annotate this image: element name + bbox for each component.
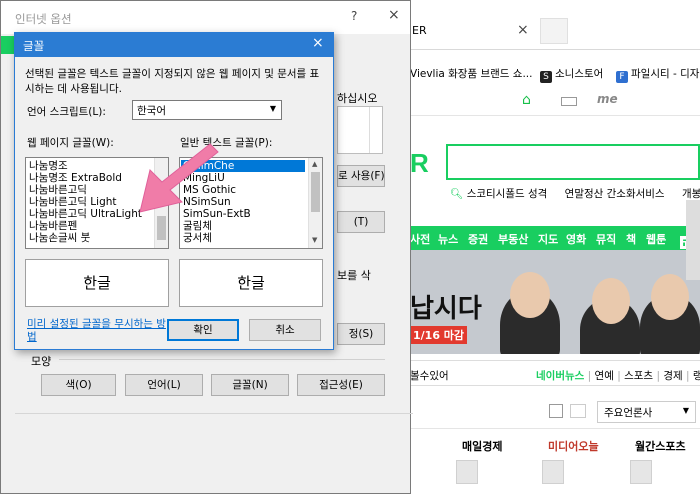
nav-item[interactable]: 웹툰 xyxy=(646,231,666,247)
app-icon xyxy=(1,36,15,54)
list-item[interactable]: 나눔바른펜 xyxy=(29,220,77,232)
webpage-font-preview: 한글 xyxy=(25,259,169,307)
search-input[interactable] xyxy=(446,144,700,180)
me-link[interactable]: me xyxy=(597,92,618,106)
delete-button[interactable]: (T) xyxy=(337,211,385,233)
homepage-hint: 하십시오 xyxy=(337,92,378,105)
news-tabs: 네이버뉴스 | 연예 | 스포츠 | 경제 | 랭킹 xyxy=(536,368,700,383)
search-icon: 🔍︎ xyxy=(450,188,464,200)
trend-item[interactable]: 개봉 xyxy=(682,188,700,200)
fonts-dialog-titlebar xyxy=(15,33,333,57)
ignore-fonts-help-link[interactable]: 미리 설정된 글꼴을 무시하는 방법 xyxy=(27,318,167,344)
tab-news-category[interactable]: 스포츠 xyxy=(624,370,653,382)
press-thumbnail[interactable] xyxy=(630,460,652,484)
naver-logo[interactable]: R xyxy=(410,148,429,179)
window-icon[interactable] xyxy=(561,97,577,106)
section-divider xyxy=(59,359,385,360)
settings-button[interactable]: 정(S) xyxy=(337,323,385,345)
appearance-section-label: 모양 xyxy=(31,355,52,368)
accessibility-button[interactable]: 접근성(E) xyxy=(297,374,385,396)
pink-arrow-icon xyxy=(139,143,219,213)
page-scrollbar[interactable] xyxy=(686,200,700,280)
nav-item[interactable]: 뮤직 xyxy=(596,231,616,247)
list-item[interactable]: 나눔손글씨 붓 xyxy=(29,232,90,244)
portal-nav-icons xyxy=(400,88,700,116)
new-tab-button[interactable] xyxy=(540,18,568,44)
home-icon[interactable]: ⌂ xyxy=(522,92,536,108)
press-name[interactable]: 미디어오늘 xyxy=(548,438,599,454)
sony-store-icon: S xyxy=(540,71,552,83)
chevron-down-icon: ▼ xyxy=(269,104,276,113)
list-item[interactable]: 나눔바른고딕 Light xyxy=(29,196,117,208)
tab-news-category[interactable]: 랭킹 xyxy=(693,370,700,382)
bookmark-item[interactable]: F 파일시티 - 디자 xyxy=(616,66,699,83)
dialog-title: 인터넷 옵션 xyxy=(15,12,72,26)
nav-item[interactable]: 영화 xyxy=(566,231,586,247)
trend-item[interactable]: 연말정산 간소화서비스 xyxy=(565,188,665,200)
tab-naver-news[interactable]: 네이버뉴스 xyxy=(536,370,584,382)
press-thumbnail[interactable] xyxy=(542,460,564,484)
bookmark-item[interactable]: Vievlia 화장품 브랜드 쇼... xyxy=(410,66,532,81)
trend-item[interactable]: 스코티시폴드 성격 xyxy=(467,188,548,200)
news-snippet[interactable]: 볼수있어 xyxy=(410,368,449,383)
list-item[interactable]: 나눔명조 xyxy=(29,160,68,172)
nav-item[interactable]: 지도 xyxy=(538,231,558,247)
list-scrollbar[interactable]: ▲ ▼ xyxy=(308,158,322,248)
filecity-icon: F xyxy=(616,71,628,83)
press-thumbnail[interactable] xyxy=(456,460,478,484)
fonts-description: 선택된 글꼴은 텍스트 글꼴이 지정되지 않은 웹 페이지 및 문서를 표시하는… xyxy=(25,68,320,95)
scrollbar-thumb[interactable] xyxy=(157,216,166,240)
list-view-icon[interactable] xyxy=(570,404,586,418)
banner-face xyxy=(592,278,630,324)
browser-tab-title[interactable]: ER xyxy=(412,24,427,37)
banner-face xyxy=(651,274,689,320)
history-hint: 보를 삭 xyxy=(337,269,371,282)
nav-item[interactable]: 사전 xyxy=(410,231,430,247)
ok-button[interactable]: 확인 xyxy=(167,319,239,341)
tab-news-category[interactable]: 연예 xyxy=(595,370,614,382)
chevron-down-icon: ▼ xyxy=(682,406,689,415)
fonts-button[interactable]: 글꼴(N) xyxy=(211,374,289,396)
trending-keywords: 🔍︎ 스코티시폴드 성격 연말정산 간소화서비스 개봉 xyxy=(450,186,700,201)
nav-item[interactable]: 뉴스 xyxy=(438,231,458,247)
help-icon[interactable]: ? xyxy=(351,9,357,23)
nav-item[interactable]: 책 xyxy=(626,231,636,247)
nav-item[interactable]: 증권 xyxy=(468,231,488,247)
tab-news-category[interactable]: 경제 xyxy=(663,370,682,382)
list-item[interactable]: 나눔바른고딕 xyxy=(29,184,87,196)
press-name[interactable]: 매일경제 xyxy=(462,438,502,454)
bookmark-item[interactable]: S 소니스토어 xyxy=(540,66,603,83)
press-select[interactable]: 주요언론사 ▼ xyxy=(597,401,696,423)
list-item[interactable]: 굴림체 xyxy=(183,220,212,232)
grid-view-icon[interactable] xyxy=(549,404,563,418)
list-item[interactable]: 나눔바른고딕 UltraLight xyxy=(29,208,142,220)
close-icon[interactable]: × xyxy=(312,35,324,51)
list-item[interactable]: 나눔명조 ExtraBold xyxy=(29,172,122,184)
language-script-select[interactable]: 한국어 ▼ xyxy=(132,100,282,120)
banner-headline: 납시다 xyxy=(410,294,482,324)
scroll-down-icon[interactable]: ▼ xyxy=(312,236,317,244)
cancel-button[interactable]: 취소 xyxy=(249,319,321,341)
list-item[interactable]: 궁서체 xyxy=(183,232,212,244)
languages-button[interactable]: 언어(L) xyxy=(125,374,203,396)
dialog-bottom-area xyxy=(15,413,413,494)
textarea-scrollbar[interactable] xyxy=(369,107,382,153)
use-default-button[interactable]: 로 사용(F) xyxy=(337,165,385,187)
fonts-dialog-title: 글꼴 xyxy=(23,39,45,53)
scrollbar-thumb[interactable] xyxy=(311,172,320,212)
colors-button[interactable]: 색(O) xyxy=(41,374,116,396)
press-name[interactable]: 월간스포츠 xyxy=(635,438,686,454)
scroll-up-icon[interactable]: ▲ xyxy=(312,160,317,168)
bookmarks-bar: Vievlia 화장품 브랜드 쇼... S 소니스토어 F 파일시티 - 디자 xyxy=(400,60,700,86)
script-label: 언어 스크립트(L): xyxy=(27,106,106,118)
plain-text-font-preview: 한글 xyxy=(179,259,323,307)
tab-close-icon[interactable]: × xyxy=(517,22,529,38)
service-nav: 사전 뉴스 증권 부동산 지도 영화 뮤직 책 웹툰 NF xyxy=(400,226,700,250)
close-icon[interactable]: × xyxy=(388,7,400,23)
webpage-font-label: 웹 페이지 글꼴(W): xyxy=(27,137,114,149)
nav-item[interactable]: 부동산 xyxy=(498,231,528,247)
banner-face xyxy=(510,272,550,318)
banner-date: 1/16 마감 xyxy=(410,326,468,344)
